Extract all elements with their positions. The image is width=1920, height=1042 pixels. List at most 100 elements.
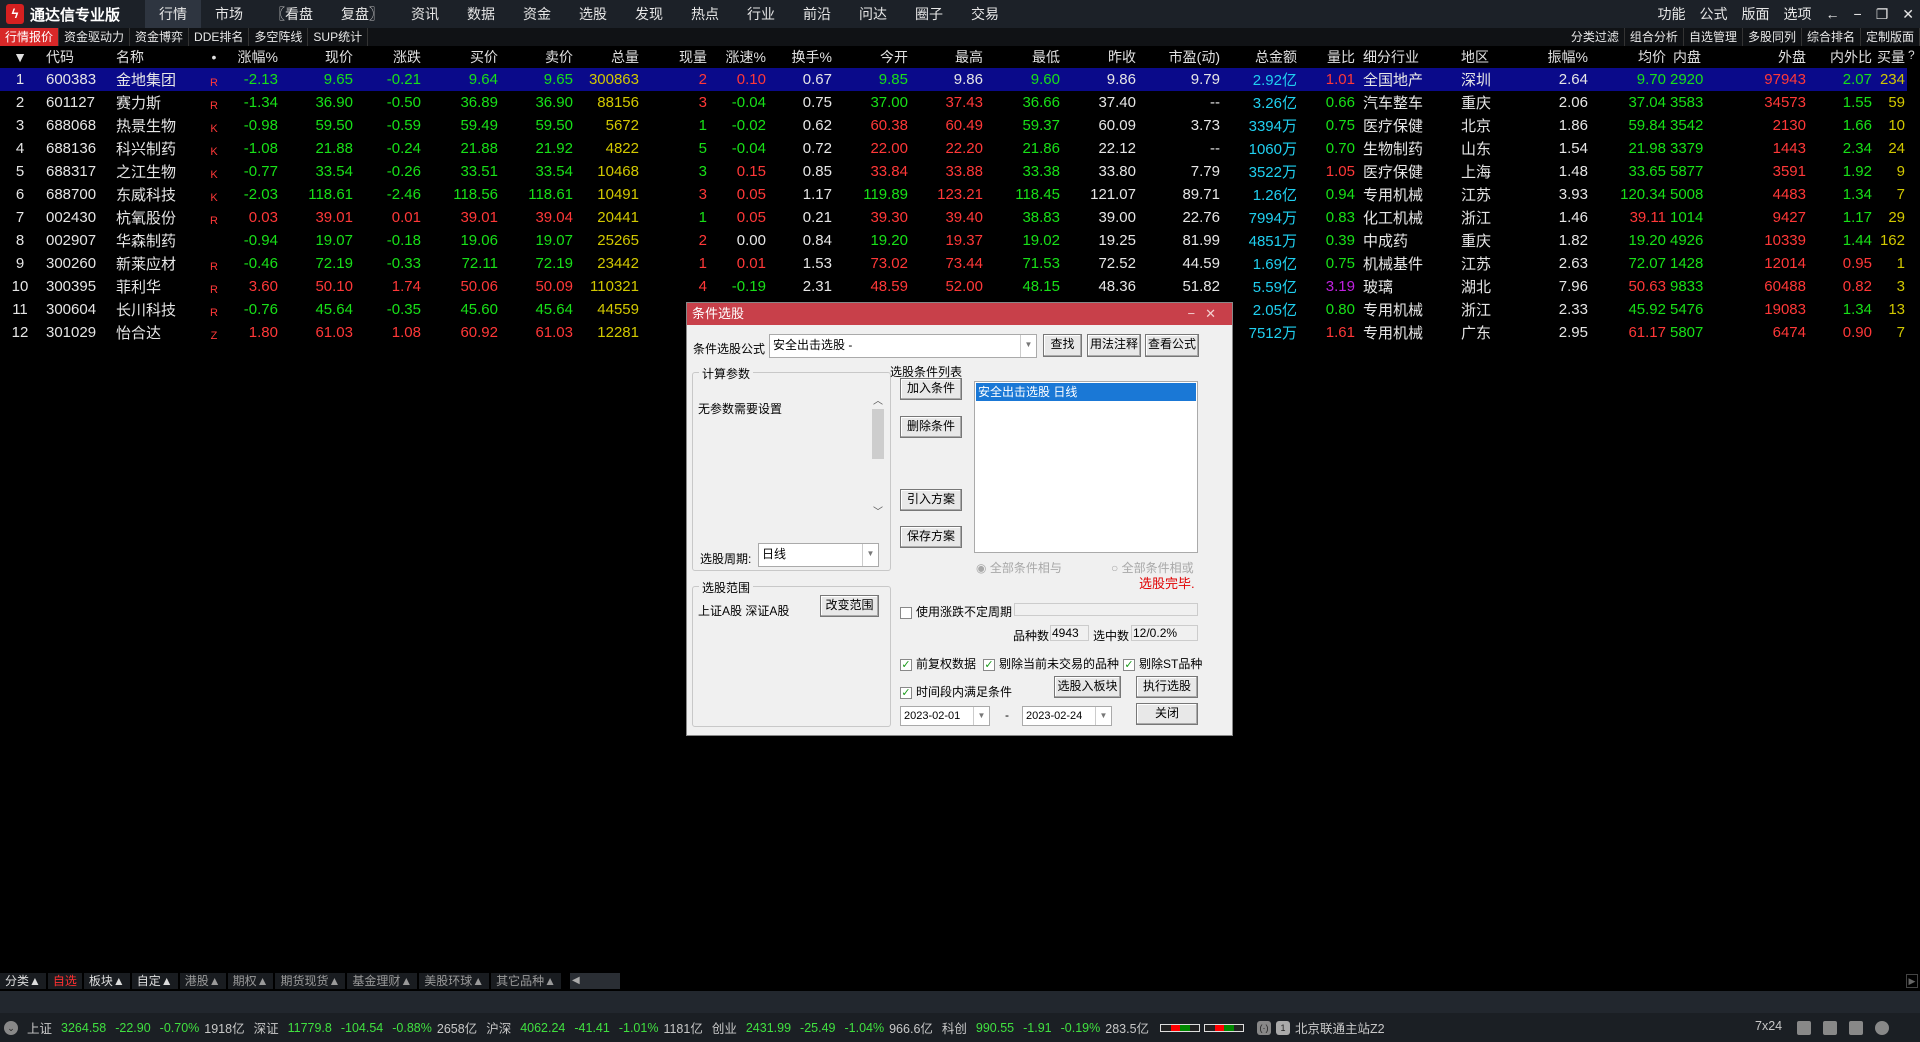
column-header[interactable]: 均价: [1590, 46, 1668, 68]
close-button[interactable]: 关闭: [1136, 703, 1198, 725]
subtab-right[interactable]: 自选管理: [1684, 28, 1743, 46]
usage-button[interactable]: 用法注释: [1087, 334, 1141, 357]
menu-function[interactable]: 功能: [1658, 4, 1686, 24]
add-condition-button[interactable]: 加入条件: [900, 378, 962, 400]
column-header[interactable]: 名称: [110, 46, 200, 68]
category-tab[interactable]: 基金理财▲: [347, 973, 418, 989]
menu-item[interactable]: 市场: [201, 0, 257, 28]
menu-item[interactable]: 〖看盘: [257, 0, 327, 28]
column-header[interactable]: 现价: [280, 46, 355, 68]
column-header[interactable]: 量比: [1299, 46, 1357, 68]
menu-item[interactable]: 行情: [145, 0, 201, 28]
column-header[interactable]: 内盘: [1668, 46, 1703, 68]
menu-item[interactable]: 前沿: [789, 0, 845, 28]
monitor-icon[interactable]: [1823, 1021, 1837, 1035]
column-header[interactable]: 涨速%: [709, 46, 768, 68]
menu-item[interactable]: 资金: [509, 0, 565, 28]
back-arrow-icon[interactable]: ←: [1826, 6, 1840, 22]
column-header[interactable]: 总金额: [1222, 46, 1299, 68]
index-name[interactable]: 科创: [942, 1018, 967, 1037]
column-header[interactable]: 卖价: [500, 46, 575, 68]
adjust-checkbox[interactable]: ✓ 前复权数据: [900, 655, 976, 672]
subtab-right[interactable]: 多股同列: [1743, 28, 1802, 46]
delete-condition-button[interactable]: 删除条件: [900, 416, 962, 438]
category-tab[interactable]: 其它品种▲: [491, 973, 562, 989]
column-header[interactable]: 最高: [910, 46, 985, 68]
menu-item[interactable]: 行业: [733, 0, 789, 28]
table-row[interactable]: 10 300395 菲利华 R 3.60 50.10 1.74 50.06 50.09 11032…: [0, 275, 1907, 298]
expand-icon[interactable]: ⌄: [4, 1020, 18, 1035]
server-name[interactable]: 北京联通主站Z2: [1295, 1018, 1385, 1037]
column-header[interactable]: 代码: [40, 46, 110, 68]
column-header[interactable]: 地区: [1455, 46, 1540, 68]
menu-item[interactable]: 圈子: [901, 0, 957, 28]
formula-combo[interactable]: 安全出击选股 - ▼: [769, 334, 1037, 358]
column-header[interactable]: 内外比: [1808, 46, 1874, 68]
column-header[interactable]: •: [200, 46, 228, 68]
dialog-titlebar[interactable]: 条件选股 −✕: [687, 303, 1232, 325]
column-header[interactable]: 细分行业: [1357, 46, 1455, 68]
subtab[interactable]: DDE排名: [189, 28, 250, 46]
chevron-down-icon[interactable]: ▼: [973, 707, 989, 725]
broadcast-icon[interactable]: (·): [1257, 1020, 1272, 1035]
column-header[interactable]: 涨跌: [355, 46, 423, 68]
column-header[interactable]: 振幅%: [1540, 46, 1590, 68]
subtab[interactable]: 资金博弈: [130, 28, 190, 46]
column-header[interactable]: 今开: [834, 46, 910, 68]
menu-item[interactable]: 复盘〗: [327, 0, 397, 28]
column-header[interactable]: 买量: [1874, 46, 1907, 68]
menu-item[interactable]: 热点: [677, 0, 733, 28]
column-header[interactable]: 总量: [575, 46, 641, 68]
save-plan-button[interactable]: 保存方案: [900, 526, 962, 548]
table-row[interactable]: 9 300260 新莱应材 R -0.46 72.19 -0.33 72.11 72.19 234…: [0, 252, 1907, 275]
subtab-right[interactable]: 综合排名: [1802, 28, 1861, 46]
view-formula-button[interactable]: 查看公式: [1145, 334, 1199, 357]
category-tab[interactable]: 自选: [47, 973, 82, 989]
close-icon[interactable]: ✕: [1205, 306, 1226, 321]
find-button[interactable]: 查找: [1043, 334, 1082, 357]
index-name[interactable]: 沪深: [486, 1018, 511, 1037]
menu-layout[interactable]: 版面: [1742, 4, 1770, 24]
column-header[interactable]: 买价: [423, 46, 500, 68]
subtab[interactable]: 多空阵线: [249, 28, 309, 46]
index-name[interactable]: 上证: [27, 1018, 52, 1037]
minimize-icon[interactable]: −: [1854, 6, 1862, 22]
category-tab[interactable]: 自定▲: [131, 973, 178, 989]
column-header[interactable]: 涨幅%: [228, 46, 280, 68]
category-tab[interactable]: 港股▲: [179, 973, 226, 989]
subtab[interactable]: 资金驱动力: [59, 28, 131, 46]
table-row[interactable]: 4 688136 科兴制药 K -1.08 21.88 -0.24 21.88 21.92 482…: [0, 137, 1907, 160]
column-header[interactable]: 外盘: [1703, 46, 1808, 68]
subtab-right[interactable]: 分类过滤: [1566, 28, 1625, 46]
column-header[interactable]: 昨收: [1062, 46, 1138, 68]
satellite-icon[interactable]: [1849, 1021, 1863, 1035]
condition-item[interactable]: 安全出击选股 日线: [976, 383, 1196, 401]
table-row[interactable]: 3 688068 热景生物 K -0.98 59.50 -0.59 59.49 59.50 567…: [0, 114, 1907, 137]
table-row[interactable]: 7 002430 杭氧股份 R 0.03 39.01 0.01 39.01 39.04 20441…: [0, 206, 1907, 229]
menu-item[interactable]: 交易: [957, 0, 1013, 28]
index-name[interactable]: 创业: [712, 1018, 737, 1037]
to-block-button[interactable]: 选股入板块: [1054, 676, 1121, 698]
exclude-st-checkbox[interactable]: ✓ 剔除ST品种: [1123, 655, 1202, 672]
subtab[interactable]: 行情报价: [0, 28, 60, 46]
menu-item[interactable]: 选股: [565, 0, 621, 28]
chevron-down-icon[interactable]: ▼: [1095, 707, 1111, 725]
keyboard-icon[interactable]: [1797, 1021, 1811, 1035]
time-condition-checkbox[interactable]: ✓ 时间段内满足条件: [900, 683, 1012, 700]
table-row[interactable]: 8 002907 华森制药 -0.94 19.07 -0.18 19.06 19.07 2526…: [0, 229, 1907, 252]
close-icon[interactable]: ✕: [1902, 6, 1914, 23]
tab-scroll-left[interactable]: ◀: [570, 973, 620, 989]
period-field[interactable]: [1014, 603, 1198, 616]
subtab-right[interactable]: 组合分析: [1625, 28, 1684, 46]
menu-formula[interactable]: 公式: [1700, 4, 1728, 24]
params-scrollbar[interactable]: ︿ ﹀: [870, 392, 886, 518]
period-select[interactable]: 日线 ▼: [758, 543, 879, 567]
exclude-untraded-checkbox[interactable]: ✓ 剔除当前未交易的品种: [983, 655, 1119, 672]
chevron-down-icon[interactable]: ▼: [1020, 335, 1036, 357]
table-row[interactable]: 5 688317 之江生物 K -0.77 33.54 -0.26 33.51 33.54 104…: [0, 160, 1907, 183]
table-row[interactable]: 6 688700 东威科技 K -2.03 118.61 -2.46 118.56 118.61…: [0, 183, 1907, 206]
subtab-right[interactable]: 定制版面: [1861, 28, 1920, 46]
help-icon[interactable]: ?: [1908, 48, 1915, 62]
subtab[interactable]: SUP统计: [308, 28, 369, 46]
change-range-button[interactable]: 改变范围: [820, 595, 879, 617]
